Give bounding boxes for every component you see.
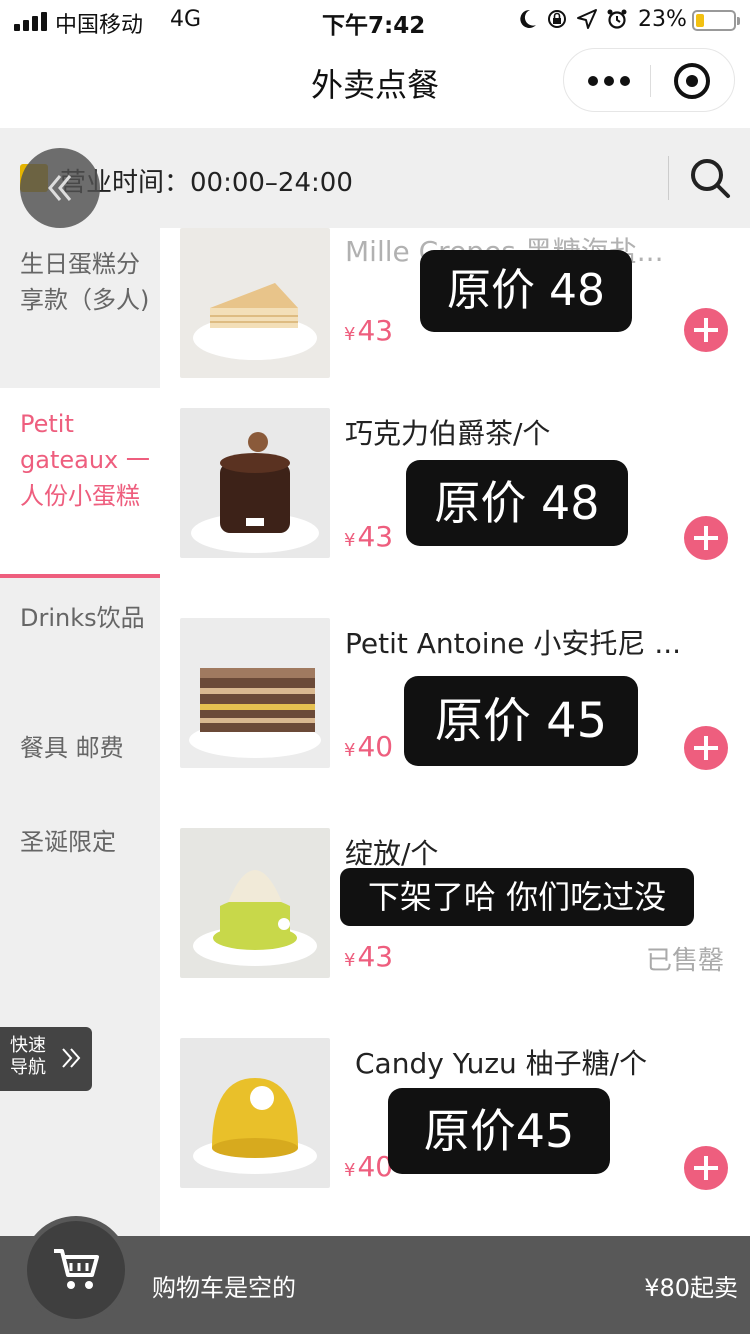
category-label: 圣诞限定 — [20, 828, 116, 856]
category-label: Drinks饮品 — [20, 604, 145, 632]
product-name: Petit Antoine 小安托尼 ... — [345, 627, 682, 660]
cart-empty-text: 购物车是空的 — [152, 1274, 296, 1302]
category-birthday-cakes[interactable]: 生日蛋糕分享款（多人) — [0, 246, 160, 356]
price-note-overlay: 原价45 — [388, 1088, 610, 1174]
battery-level — [696, 14, 704, 27]
double-chevron-left-icon — [48, 175, 72, 201]
product-image — [180, 1038, 330, 1188]
signal-icon — [14, 11, 48, 31]
category-label: Petit gateaux 一人份小蛋糕 — [20, 410, 150, 510]
network-label: 4G — [170, 7, 202, 32]
close-miniprogram-icon[interactable] — [674, 63, 710, 99]
add-to-cart-button[interactable] — [684, 516, 728, 560]
search-icon[interactable] — [688, 156, 732, 200]
price-note-overlay: 原价 48 — [406, 460, 628, 546]
active-category-indicator — [0, 574, 160, 578]
product-price: ¥40 — [344, 730, 394, 763]
product-item[interactable]: Mille Crepes 黑糖海盐... ¥43 原价 48 — [160, 228, 750, 378]
back-button[interactable] — [20, 148, 100, 228]
product-image — [180, 618, 330, 768]
product-item[interactable]: 绽放/个 ¥43 已售罄 下架了哈 你们吃过没 — [160, 828, 750, 1038]
rotation-lock-icon — [548, 10, 566, 28]
product-price: ¥43 — [344, 940, 394, 973]
status-bar: 中国移动 4G 下午7:42 23% — [0, 0, 750, 42]
product-price: ¥40 — [344, 1150, 394, 1183]
add-to-cart-button[interactable] — [684, 308, 728, 352]
price-note-overlay: 下架了哈 你们吃过没 — [340, 868, 694, 926]
minimum-order: ¥80起卖 — [644, 1274, 738, 1302]
shopping-cart-icon — [54, 1249, 99, 1289]
product-image — [180, 408, 330, 558]
product-image — [180, 228, 330, 378]
product-list: Mille Crepes 黑糖海盐... ¥43 原价 48 巧克力伯爵茶/个 … — [160, 228, 750, 1236]
cart-button[interactable] — [22, 1216, 130, 1324]
category-petit-gateaux[interactable]: Petit gateaux 一人份小蛋糕 — [0, 388, 160, 574]
product-item[interactable]: Candy Yuzu 柚子糖/个 ¥40 原价45 — [160, 1038, 750, 1236]
business-hours: 营业时间：00:00–24:00 — [60, 168, 353, 198]
product-price: ¥43 — [344, 520, 394, 553]
product-name: Candy Yuzu 柚子糖/个 — [355, 1047, 648, 1080]
alarm-icon — [607, 9, 627, 29]
status-icons — [516, 8, 636, 32]
quick-nav-button[interactable]: 快速导航 — [0, 1027, 92, 1091]
category-label: 餐具 邮费 — [20, 734, 124, 762]
product-price: ¥43 — [344, 314, 394, 347]
category-drinks[interactable]: Drinks饮品 — [0, 600, 160, 680]
location-icon — [577, 9, 597, 29]
carrier-label: 中国移动 — [55, 13, 144, 38]
add-to-cart-button[interactable] — [684, 726, 728, 770]
miniprogram-capsule — [563, 48, 735, 112]
hours-bar: 营业时间：00:00–24:00 — [0, 128, 750, 228]
category-tableware-shipping[interactable]: 餐具 邮费 — [0, 730, 160, 770]
price-note-overlay: 原价 45 — [404, 676, 638, 766]
product-name: 绽放/个 — [345, 837, 439, 870]
battery-percent: 23% — [638, 7, 687, 32]
product-item[interactable]: 巧克力伯爵茶/个 ¥43 原价 48 — [160, 408, 750, 618]
nav-bar: 外卖点餐 — [0, 42, 750, 128]
sold-out-label: 已售罄 — [646, 946, 725, 976]
more-menu-icon[interactable] — [588, 71, 630, 89]
clock: 下午7:42 — [322, 13, 426, 39]
product-item[interactable]: Petit Antoine 小安托尼 ... ¥40 原价 45 — [160, 618, 750, 828]
add-to-cart-button[interactable] — [684, 1146, 728, 1190]
moon-icon — [520, 9, 536, 28]
category-label: 生日蛋糕分享款（多人) — [20, 250, 150, 314]
quick-nav-label: 快速导航 — [10, 1035, 46, 1078]
battery-icon — [692, 10, 740, 31]
category-christmas-limited[interactable]: 圣诞限定 — [0, 824, 160, 864]
product-name: 巧克力伯爵茶/个 — [345, 417, 551, 450]
product-image — [180, 828, 330, 978]
price-note-overlay: 原价 48 — [420, 250, 632, 332]
double-chevron-right-icon — [62, 1048, 81, 1068]
